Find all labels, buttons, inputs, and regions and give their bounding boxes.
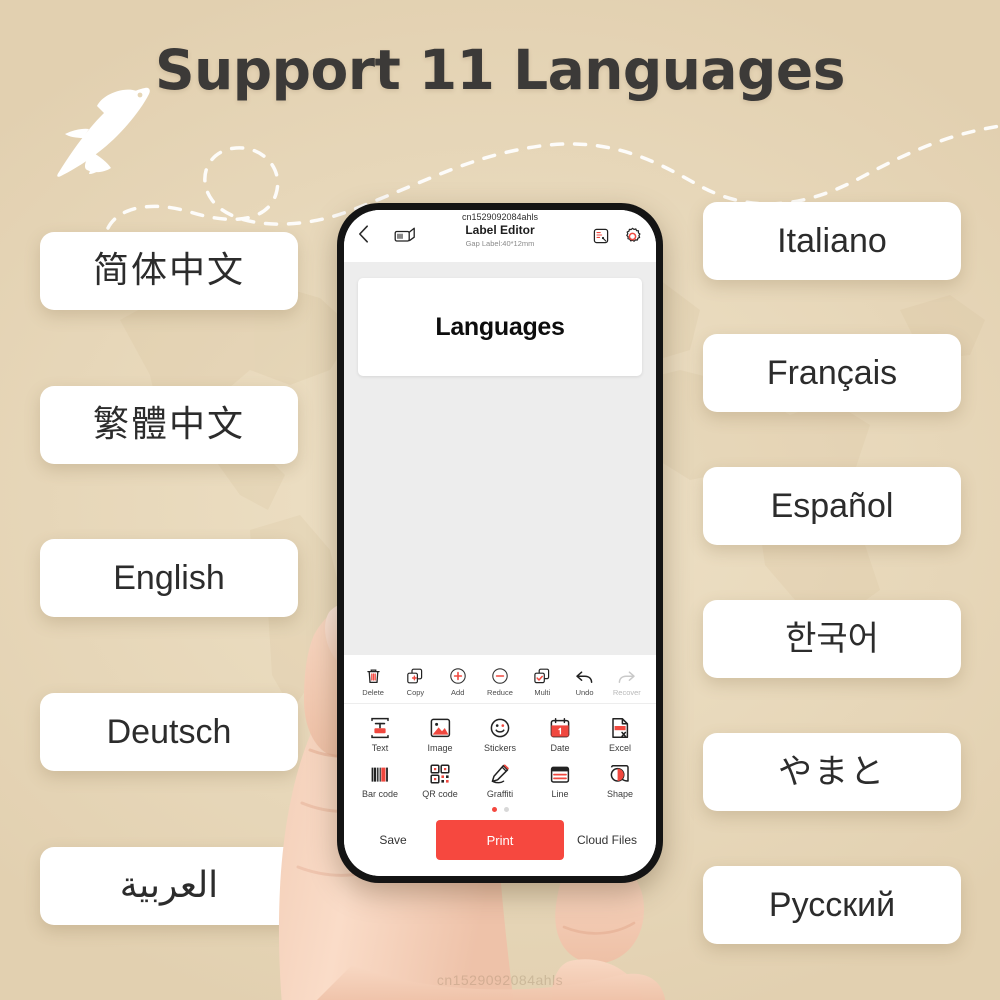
toolbar-row-edit: Delete Copy Add Reduce Multi Undo Recove… <box>344 655 656 704</box>
editor-toolbar: Delete Copy Add Reduce Multi Undo Recove… <box>344 655 656 814</box>
language-card-german[interactable]: Deutsch <box>40 693 298 771</box>
app-topbar: cn1529092084ahls Label Editor Gap Label:… <box>344 210 656 262</box>
tool-label: Shape <box>606 789 634 799</box>
qr-code-icon <box>429 759 451 785</box>
tool-label: Delete <box>362 688 384 697</box>
language-label: Deutsch <box>106 713 232 751</box>
label-content-text: Languages <box>435 312 565 341</box>
smiley-sticker-icon <box>489 713 511 739</box>
tool-label: Line <box>551 789 569 799</box>
cloud-files-button[interactable]: Cloud Files <box>570 833 644 847</box>
language-card-traditional-chinese[interactable]: 繁體中文 <box>40 386 298 464</box>
language-label: 한국어 <box>785 619 879 659</box>
pager-dot[interactable] <box>503 807 509 812</box>
trash-icon <box>365 663 382 685</box>
excel-file-icon <box>610 713 630 739</box>
language-card-japanese[interactable]: やまと <box>703 733 961 811</box>
tool-recover[interactable]: Recover <box>606 663 648 697</box>
scan-label-icon[interactable] <box>592 227 610 245</box>
language-label: Русский <box>768 886 896 924</box>
language-label: English <box>113 559 225 597</box>
pencil-graffiti-icon <box>489 759 511 785</box>
language-label: Italiano <box>777 222 887 260</box>
bottom-watermark: cn1529092084ahls <box>436 972 564 988</box>
text-tool-icon <box>368 713 392 739</box>
gear-icon[interactable] <box>623 227 642 246</box>
tool-delete[interactable]: Delete <box>352 663 394 697</box>
page-title: Support 11 Languages <box>155 38 845 102</box>
phone-screen: cn1529092084ahls Label Editor Gap Label:… <box>344 210 656 876</box>
label-canvas[interactable]: Languages <box>344 262 656 655</box>
tool-line[interactable]: Line <box>530 759 590 799</box>
label-sku-text: cn1529092084ahls <box>461 212 539 222</box>
tool-copy[interactable]: Copy <box>394 663 436 697</box>
tool-label: Reduce <box>487 688 513 697</box>
tool-undo[interactable]: Undo <box>563 663 605 697</box>
tool-text[interactable]: Text <box>350 713 410 753</box>
language-label: やまと <box>778 752 886 792</box>
barcode-icon <box>369 759 391 785</box>
multi-select-icon <box>533 663 551 685</box>
plus-circle-icon <box>449 663 467 685</box>
language-label: 简体中文 <box>92 250 245 291</box>
tool-label: Date <box>550 743 570 753</box>
language-card-italian[interactable]: Italiano <box>703 202 961 280</box>
calendar-icon <box>549 713 571 739</box>
tool-stickers[interactable]: Stickers <box>470 713 530 753</box>
toolbar-row-codes: Bar code QR code Graffiti Line Shape <box>344 757 656 803</box>
label-preview-card[interactable]: Languages <box>358 278 642 376</box>
language-label: Français <box>766 354 898 392</box>
pager-dot-active[interactable] <box>491 807 497 812</box>
copy-icon <box>406 663 424 685</box>
chevron-left-icon[interactable] <box>358 225 378 247</box>
undo-arrow-icon <box>575 663 594 685</box>
line-table-icon <box>549 759 571 785</box>
tool-label: Text <box>371 743 389 753</box>
redo-arrow-icon <box>617 663 636 685</box>
tool-label: Multi <box>534 688 551 697</box>
printer-device-icon[interactable] <box>394 226 416 246</box>
language-label: 繁體中文 <box>92 404 245 445</box>
language-card-french[interactable]: Français <box>703 334 961 412</box>
shape-icon <box>609 759 631 785</box>
tool-label: Stickers <box>483 743 516 753</box>
tool-label: Image <box>427 743 453 753</box>
language-card-arabic[interactable]: العربية <box>40 847 298 925</box>
tool-multi[interactable]: Multi <box>521 663 563 697</box>
toolbar-pager-dots[interactable] <box>344 803 656 814</box>
tool-barcode[interactable]: Bar code <box>350 759 410 799</box>
language-label: Español <box>770 487 894 525</box>
tool-add[interactable]: Add <box>437 663 479 697</box>
tool-date[interactable]: Date <box>530 713 590 753</box>
tool-label: Bar code <box>361 789 399 799</box>
minus-circle-icon <box>491 663 509 685</box>
image-icon <box>429 713 452 739</box>
poster-root: Support 11 Languages 简体中文 繁體中文 English D… <box>0 0 1000 1000</box>
tool-reduce[interactable]: Reduce <box>479 663 521 697</box>
language-card-korean[interactable]: 한국어 <box>703 600 961 678</box>
tool-qrcode[interactable]: QR code <box>410 759 470 799</box>
tool-label: Undo <box>575 688 594 697</box>
tool-graffiti[interactable]: Graffiti <box>470 759 530 799</box>
tool-label: Copy <box>406 688 425 697</box>
language-card-russian[interactable]: Русский <box>703 866 961 944</box>
language-card-spanish[interactable]: Español <box>703 467 961 545</box>
tool-shape[interactable]: Shape <box>590 759 650 799</box>
language-card-simplified-chinese[interactable]: 简体中文 <box>40 232 298 310</box>
tool-image[interactable]: Image <box>410 713 470 753</box>
phone-mockup: cn1529092084ahls Label Editor Gap Label:… <box>337 203 663 883</box>
language-label: العربية <box>119 865 219 906</box>
action-bar: Save Print Cloud Files <box>344 814 656 876</box>
tool-label: Excel <box>608 743 631 753</box>
topbar-actions <box>592 227 642 246</box>
language-card-english[interactable]: English <box>40 539 298 617</box>
tool-label: Recover <box>612 688 641 697</box>
tool-label: Add <box>451 688 465 697</box>
toolbar-row-objects: Text Image Stickers Date Excel <box>344 704 656 757</box>
tool-label: QR code <box>422 789 458 799</box>
tool-excel[interactable]: Excel <box>590 713 650 753</box>
save-button[interactable]: Save <box>356 833 430 847</box>
print-button[interactable]: Print <box>436 820 564 860</box>
tool-label: Graffiti <box>486 789 514 799</box>
